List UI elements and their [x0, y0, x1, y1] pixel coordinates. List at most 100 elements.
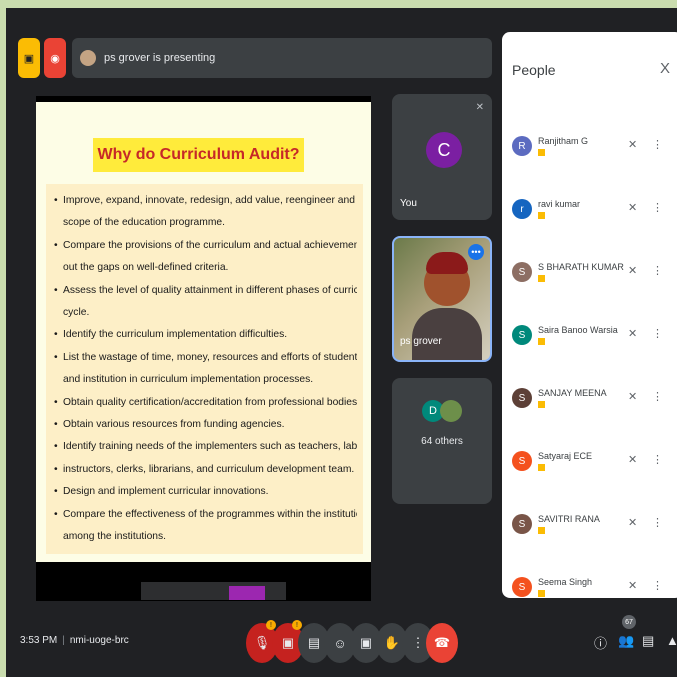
camera-off-button[interactable]: ▣ — [18, 38, 40, 78]
list-item[interactable]: S Saira Banoo Warsia ✕ ⋮ — [502, 325, 677, 387]
more-vert-icon[interactable]: ⋮ — [652, 579, 663, 592]
more-vert-icon[interactable]: ⋮ — [652, 453, 663, 466]
meeting-info: 3:53 PM | nmi-uoge-brc — [20, 635, 129, 646]
list-item[interactable]: S Satyaraj ECE ✕ ⋮ — [502, 451, 677, 513]
others-count-label: 64 others — [421, 436, 463, 447]
avatar: S — [512, 388, 532, 408]
more-vert-icon[interactable]: ⋮ — [652, 264, 663, 277]
mic-off-icon[interactable]: ✕ — [628, 453, 637, 466]
slide-bullet-line: and institution in curriculum implementa… — [63, 374, 314, 386]
more-options-icon[interactable]: ••• — [468, 244, 484, 260]
more-vert-icon[interactable]: ⋮ — [652, 516, 663, 529]
participant-name: Satyaraj ECE — [538, 451, 593, 461]
warning-icon: ! — [292, 620, 302, 630]
badge-icon — [538, 464, 545, 471]
list-item[interactable]: S SANJAY MEENA ✕ ⋮ — [502, 388, 677, 450]
avatar: R — [512, 136, 532, 156]
slide-bullet-line: List the wastage of time, money, resourc… — [54, 347, 357, 369]
participant-name: SANJAY MEENA — [538, 388, 607, 398]
phone-hangup-icon: ☎ — [433, 635, 451, 650]
presenting-text: ps grover is presenting — [104, 52, 216, 64]
list-item[interactable]: R Ranjitham G ✕ ⋮ — [502, 136, 677, 198]
others-video-tile[interactable]: D 64 others — [392, 378, 492, 504]
tile-label: You — [400, 198, 417, 209]
more-vert-icon[interactable]: ⋮ — [652, 390, 663, 403]
close-icon[interactable]: X — [660, 60, 670, 77]
participant-name: SAVITRI RANA — [538, 514, 600, 524]
shared-screen: Why do Curriculum Audit? Improve, expand… — [36, 96, 371, 601]
slide-bullet-line: instructors, clerks, librarians, and cur… — [54, 459, 357, 481]
slide-bullet-line: Obtain various resources from funding ag… — [54, 414, 357, 436]
mic-off-icon[interactable]: ✕ — [628, 390, 637, 403]
more-vert-icon[interactable]: ⋮ — [652, 201, 663, 214]
presenter-turban — [426, 252, 468, 274]
list-item[interactable]: r ravi kumar ✕ ⋮ — [502, 199, 677, 261]
present-icon: ▣ — [359, 635, 373, 650]
avatar: S — [512, 451, 532, 471]
slide-bullet-line: Assess the level of quality attainment i… — [54, 280, 357, 302]
participant-name: ravi kumar — [538, 199, 581, 209]
avatar-photo — [440, 400, 462, 422]
avatar: S — [512, 514, 532, 534]
slide-bullet-line: Obtain quality certification/accreditati… — [54, 392, 357, 414]
slide-bullet-line: scope of the education programme. — [63, 217, 225, 229]
more-vert-icon: ⋮ — [411, 635, 425, 650]
mic-off-icon: 🎙 — [253, 635, 271, 650]
mic-off-icon[interactable]: ✕ — [628, 579, 637, 592]
slide-bullet-line: Identify the curriculum implementation d… — [54, 324, 357, 346]
slide-navigation-bar[interactable] — [141, 582, 286, 600]
badge-icon — [538, 338, 545, 345]
mic-off-icon[interactable]: ✕ — [628, 201, 637, 214]
self-video-tile[interactable]: ✕ C You — [392, 94, 492, 220]
meet-window: ▣ ◉ ps grover is presenting Why do Curri… — [6, 8, 677, 677]
tile-label: ps grover — [400, 336, 442, 347]
slide-bullet-line: cycle. — [63, 307, 90, 319]
presenter-avatar-icon — [80, 50, 96, 66]
presenter-video-tile[interactable]: ••• ps grover — [392, 236, 492, 362]
emoji-icon: ☺ — [333, 635, 347, 651]
presenter-body — [412, 308, 482, 360]
avatar: r — [512, 199, 532, 219]
badge-icon — [538, 212, 545, 219]
list-item[interactable]: S Seema Singh ✕ ⋮ — [502, 577, 677, 598]
participant-name: Ranjitham G — [538, 136, 589, 146]
slide-bullet-line: Compare the provisions of the curriculum… — [54, 235, 357, 257]
separator: | — [62, 635, 65, 646]
slide-title: Why do Curriculum Audit? — [93, 138, 304, 172]
slide-navigation-highlight — [229, 586, 265, 600]
list-item[interactable]: S S BHARATH KUMAR ✕ ⋮ — [502, 262, 677, 324]
recording-button[interactable]: ◉ — [44, 38, 66, 78]
slide-bullet-list: Improve, expand, innovate, redesign, add… — [46, 184, 363, 554]
avatar: S — [512, 262, 532, 282]
panel-title: People — [512, 62, 556, 78]
slide-bullet-line: among the institutions. — [63, 531, 167, 543]
camera-off-icon: ▣ — [281, 635, 295, 650]
badge-icon — [538, 527, 545, 534]
badge-icon — [538, 275, 545, 282]
participant-name: Seema Singh — [538, 577, 593, 587]
slide-bullet-line: Design and implement curricular innovati… — [54, 481, 357, 503]
badge-icon — [538, 401, 545, 408]
presentation-slide: Why do Curriculum Audit? Improve, expand… — [36, 102, 371, 562]
mic-off-icon[interactable]: ✕ — [628, 138, 637, 151]
info-icon[interactable]: ⓘ — [594, 633, 607, 652]
mic-off-icon[interactable]: ✕ — [628, 516, 637, 529]
participant-count-badge: 67 — [622, 615, 636, 629]
captions-icon: ▤ — [307, 635, 321, 650]
participant-name: S BHARATH KUMAR — [538, 262, 624, 272]
chat-icon[interactable]: ▤ — [642, 633, 654, 649]
mic-off-icon[interactable]: ✕ — [628, 327, 637, 340]
mic-off-icon[interactable]: ✕ — [628, 264, 637, 277]
more-vert-icon[interactable]: ⋮ — [652, 327, 663, 340]
badge-icon — [538, 590, 545, 597]
people-icon[interactable]: 👥 — [618, 633, 634, 649]
leave-call-button[interactable]: ☎ — [426, 623, 458, 663]
mic-off-icon: ✕ — [475, 102, 484, 113]
record-icon: ◉ — [50, 52, 60, 65]
slide-bullet-line: Improve, expand, innovate, redesign, add… — [54, 190, 357, 212]
slide-bullet-line: Compare the effectiveness of the program… — [54, 504, 357, 526]
more-vert-icon[interactable]: ⋮ — [652, 138, 663, 151]
activities-icon[interactable]: ▲ — [666, 633, 677, 648]
list-item[interactable]: S SAVITRI RANA ✕ ⋮ — [502, 514, 677, 576]
hand-icon: ✋ — [383, 635, 401, 650]
